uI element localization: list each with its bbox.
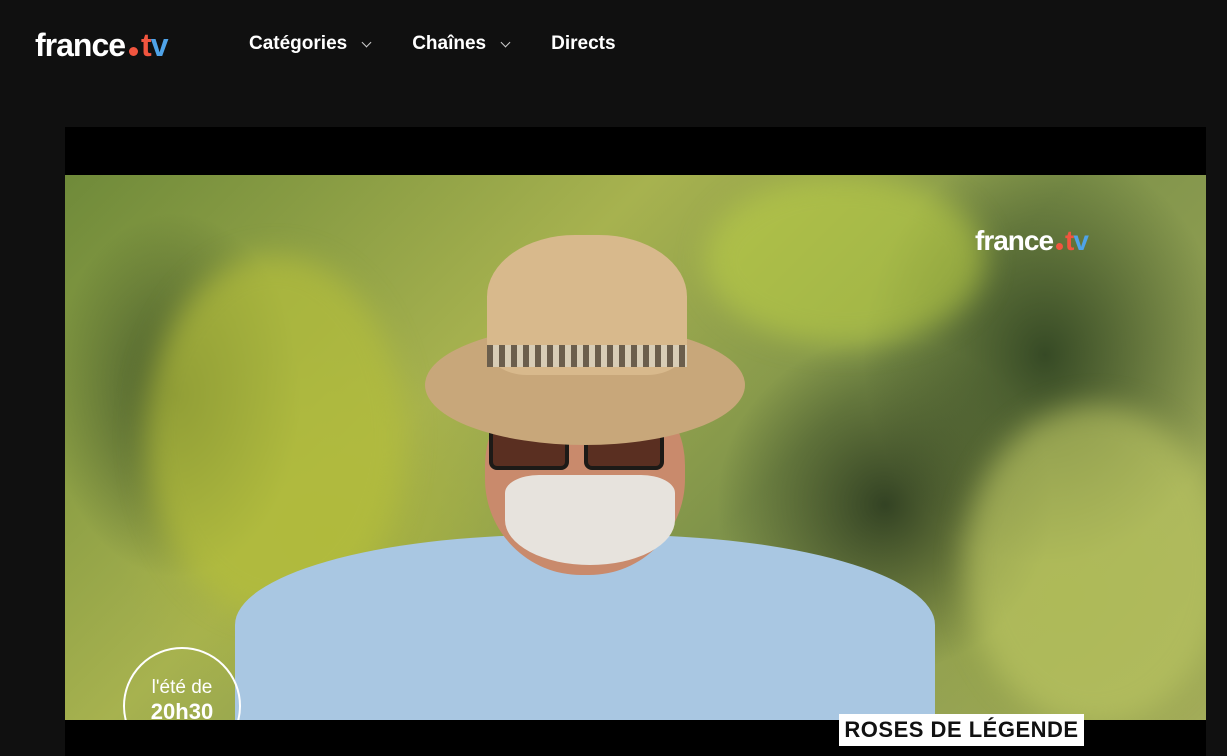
video-caption: ROSES DE LÉGENDE bbox=[839, 714, 1084, 746]
man-beard bbox=[505, 475, 675, 565]
logo-t: t bbox=[141, 27, 152, 63]
nav-chaines-label: Chaînes bbox=[412, 33, 487, 54]
straw-hat bbox=[425, 235, 745, 445]
channel-logo-v: v bbox=[1073, 225, 1089, 256]
main-nav: Catégories Chaînes Directs bbox=[249, 33, 616, 55]
france-tv-logo[interactable]: france t v bbox=[35, 27, 168, 64]
nav-directs-label: Directs bbox=[551, 33, 616, 54]
channel-logo-word: france bbox=[975, 225, 1054, 256]
video-frame[interactable]: france t v l'été de 20h30 bbox=[65, 175, 1206, 720]
blurred-foliage bbox=[705, 175, 985, 345]
top-navigation-bar: france t v Catégories Chaînes Directs bbox=[0, 0, 1227, 92]
logo-dot bbox=[129, 47, 139, 56]
program-badge-line1: l'été de bbox=[151, 677, 213, 698]
program-badge: l'été de 20h30 bbox=[123, 647, 241, 720]
chevron-down-icon bbox=[500, 37, 511, 47]
channel-logo-t: t bbox=[1065, 225, 1074, 256]
program-badge-line2: 20h30 bbox=[150, 699, 214, 720]
hat-band bbox=[487, 345, 687, 367]
nav-chaines[interactable]: Chaînes bbox=[412, 33, 511, 55]
logo-word: france bbox=[35, 27, 126, 63]
channel-logo-dot bbox=[1056, 243, 1064, 250]
nav-categories-label: Catégories bbox=[249, 33, 348, 54]
logo-v: v bbox=[150, 27, 169, 63]
video-player[interactable]: france t v l'été de 20h30 ROSES DE LÉGEN… bbox=[65, 127, 1206, 756]
blurred-foliage bbox=[965, 405, 1206, 720]
chevron-down-icon bbox=[361, 37, 372, 47]
nav-directs[interactable]: Directs bbox=[551, 33, 615, 55]
nav-categories[interactable]: Catégories bbox=[249, 33, 372, 55]
channel-watermark-logo: france t v bbox=[975, 225, 1089, 257]
